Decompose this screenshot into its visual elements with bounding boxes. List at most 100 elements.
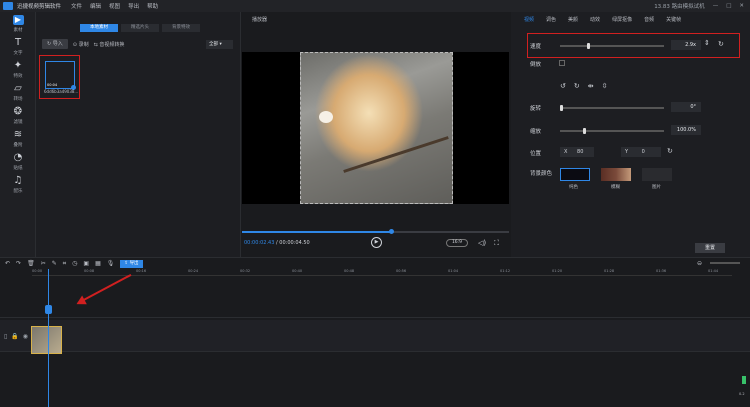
menu-help[interactable]: 帮助 xyxy=(147,2,158,10)
rotate-left-icon[interactable]: ↺ xyxy=(560,82,566,90)
zoom-slider[interactable] xyxy=(710,262,740,264)
convert-button[interactable]: ⇆ 音视频转换 xyxy=(94,41,125,48)
time-ruler[interactable]: 00:00 00:08 00:16 00:24 00:32 00:40 00:48 00:56… xyxy=(32,269,732,276)
tab-beauty[interactable]: 美颜 xyxy=(568,16,578,23)
close-icon[interactable]: ✕ xyxy=(739,3,744,9)
split-icon[interactable]: ✂ xyxy=(41,260,46,267)
bg-blur-swatch[interactable] xyxy=(601,168,631,181)
volume-icon[interactable]: ◁) xyxy=(478,239,486,247)
speed-slider-knob[interactable] xyxy=(587,43,590,49)
progress-fill xyxy=(242,231,392,233)
y-value: 0 xyxy=(641,149,645,155)
menu-view[interactable]: 视图 xyxy=(109,2,120,10)
sidebar-item-text[interactable]: T 文字 xyxy=(0,35,36,58)
sidebar-item-transition[interactable]: ▱ 转场 xyxy=(0,81,36,104)
tab-video[interactable]: 视频 xyxy=(524,16,534,23)
preview-stage xyxy=(242,52,509,204)
position-y-field[interactable]: Y 0 xyxy=(621,147,661,157)
progress-knob[interactable] xyxy=(389,229,394,234)
position-x-field[interactable]: X 80 xyxy=(560,147,594,157)
tab-motion[interactable]: 动效 xyxy=(590,16,600,23)
rotate-label: 旋转 xyxy=(530,106,542,112)
video-preview[interactable] xyxy=(300,52,453,204)
zoom-out-icon[interactable]: ⊖ xyxy=(697,260,702,267)
undo-icon[interactable]: ↶ xyxy=(5,260,10,267)
sidebar-item-music[interactable]: ♫ 配乐 xyxy=(0,173,36,196)
filter-icon: ❂ xyxy=(13,105,23,117)
sidebar-item-label: 转场 xyxy=(13,96,23,102)
freeze-icon[interactable]: ▣ xyxy=(83,260,89,267)
stepper-icon[interactable]: ⇕ xyxy=(704,39,710,47)
menu-edit[interactable]: 编辑 xyxy=(90,2,101,10)
speed-value[interactable]: 2.9x xyxy=(671,40,701,50)
audio-meter-label: 0.2 xyxy=(739,392,745,396)
tab-bg-effects[interactable]: 背景特效 xyxy=(162,24,200,32)
tab-color[interactable]: 调色 xyxy=(546,16,556,23)
sidebar-item-filter[interactable]: ❂ 滤镜 xyxy=(0,104,36,127)
bg-solid-swatch[interactable] xyxy=(560,168,590,181)
rotate-slider[interactable] xyxy=(560,105,664,111)
sidebar-item-overlay[interactable]: ≋ 叠附 xyxy=(0,127,36,150)
speed-icon[interactable]: ◷ xyxy=(72,260,77,267)
play-button[interactable]: ▶ xyxy=(371,237,382,248)
record-voice-icon[interactable]: 🎙 xyxy=(107,260,115,267)
audio-meter: 0.2 xyxy=(739,346,747,396)
track-video-icon: ▯ xyxy=(4,333,8,340)
rotate-value[interactable]: 0° xyxy=(671,102,701,112)
play-icon: ▶ xyxy=(12,14,24,25)
rotate-slider-knob[interactable] xyxy=(560,105,563,111)
fullscreen-icon[interactable]: ⛶ xyxy=(494,239,499,248)
flip-vertical-icon[interactable]: ⇳ xyxy=(602,82,608,90)
export-button[interactable]: ⇪ 导出 xyxy=(120,259,143,268)
scale-slider-knob[interactable] xyxy=(583,128,586,134)
sidebar-item-material[interactable]: ▶ 素材 xyxy=(0,12,36,35)
filter-select[interactable]: 全部 ▾ xyxy=(206,40,233,49)
reset-speed-icon[interactable]: ↻ xyxy=(718,40,724,48)
import-button[interactable]: ↻ 导入 xyxy=(42,39,68,49)
redo-icon[interactable]: ↷ xyxy=(16,260,21,267)
ruler-tick: 00:56 xyxy=(396,269,407,273)
tab-audio[interactable]: 音频 xyxy=(644,16,654,23)
playhead-handle[interactable] xyxy=(45,305,52,314)
crop-icon[interactable]: ⌗ xyxy=(63,260,66,268)
tab-greenscreen[interactable]: 绿屏抠像 xyxy=(612,16,632,23)
scale-value[interactable]: 100.0% xyxy=(671,125,701,135)
sidebar-item-effects[interactable]: ✦ 特效 xyxy=(0,58,36,81)
export-label: 导出 xyxy=(129,260,139,266)
scale-label: 缩放 xyxy=(530,129,542,135)
player-panel: 播放器 00:00:02.43 / 00:00:04.50 ▶ 16:9 ◁) … xyxy=(241,12,510,257)
menu-file[interactable]: 文件 xyxy=(71,2,82,10)
menu-export[interactable]: 导出 xyxy=(128,2,139,10)
eye-icon[interactable]: ◉ xyxy=(23,333,28,340)
lock-icon[interactable]: 🔒 xyxy=(11,333,18,340)
bg-image-swatch[interactable] xyxy=(642,168,672,181)
media-thumbnail[interactable]: 00:04 xyxy=(45,61,76,90)
tab-local-media[interactable]: 本地素材 xyxy=(80,24,118,32)
record-button[interactable]: ⊙ 录制 xyxy=(73,41,89,48)
sidebar-item-sticker[interactable]: ◔ 贴纸 xyxy=(0,150,36,173)
reset-button[interactable]: 重置 xyxy=(695,243,725,253)
reverse-checkbox[interactable] xyxy=(559,60,565,66)
mosaic-icon[interactable]: ▦ xyxy=(95,260,101,267)
ruler-tick: 01:28 xyxy=(604,269,615,273)
flip-horizontal-icon[interactable]: ⇹ xyxy=(588,82,594,90)
delete-icon[interactable]: 🗑 xyxy=(27,260,35,267)
tab-intros[interactable]: 精选片头 xyxy=(121,24,159,32)
record-label: 录制 xyxy=(78,41,89,48)
maximize-icon[interactable]: □ xyxy=(726,3,731,9)
rotate-right-icon[interactable]: ↻ xyxy=(574,82,580,90)
reset-position-icon[interactable]: ↻ xyxy=(667,147,673,155)
y-label: Y xyxy=(625,149,629,155)
playback-progress[interactable] xyxy=(242,229,509,234)
scale-slider[interactable] xyxy=(560,128,664,134)
sidebar-item-label: 素材 xyxy=(13,27,23,33)
video-clip[interactable] xyxy=(31,326,62,354)
speed-slider[interactable] xyxy=(560,43,664,49)
edit-icon[interactable]: ✎ xyxy=(52,260,57,267)
properties-panel: 视频 调色 美颜 动效 绿屏抠像 音频 关键帧 速度 2.9x ⇕ ↻ 倒放 ↺… xyxy=(511,12,750,257)
playhead[interactable] xyxy=(45,269,52,407)
transition-icon: ▱ xyxy=(14,82,22,94)
aspect-ratio-select[interactable]: 16:9 xyxy=(446,239,468,247)
tab-keyframe[interactable]: 关键帧 xyxy=(666,16,681,23)
minimize-icon[interactable]: — xyxy=(713,3,719,9)
